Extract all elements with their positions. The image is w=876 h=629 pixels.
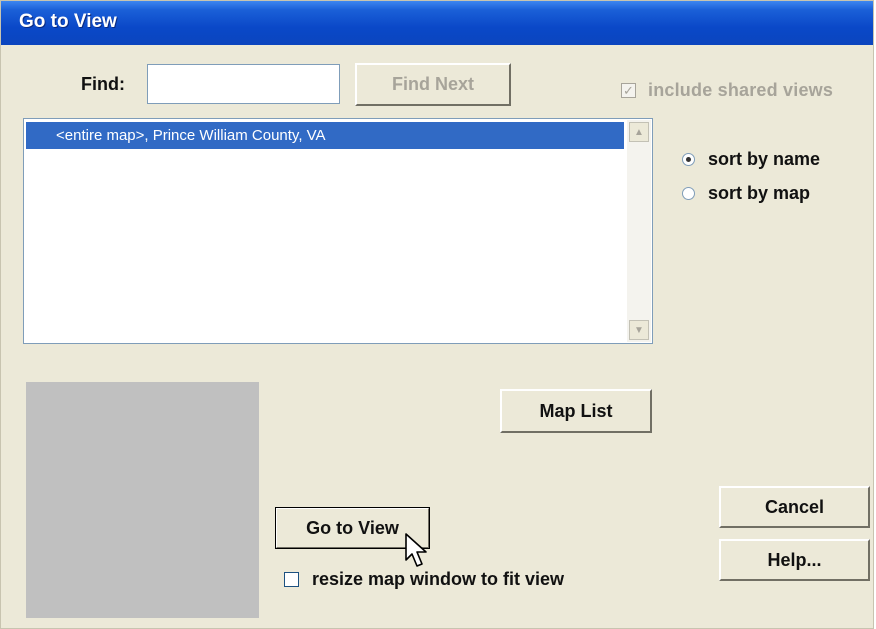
- include-shared-views-label: include shared views: [648, 80, 834, 100]
- list-item[interactable]: <entire map>, Prince William County, VA: [26, 122, 624, 149]
- list-item-label: <entire map>, Prince William County, VA: [56, 127, 326, 144]
- checkbox-unchecked-icon: [284, 572, 299, 587]
- find-label: Find:: [81, 74, 125, 94]
- find-next-button[interactable]: Find Next: [355, 63, 511, 106]
- cancel-button[interactable]: Cancel: [719, 486, 870, 528]
- cancel-label: Cancel: [764, 496, 825, 517]
- window-title: Go to View: [19, 11, 117, 32]
- views-listbox[interactable]: <entire map>, Prince William County, VA …: [23, 118, 653, 344]
- sort-by-map-label: sort by map: [708, 183, 811, 203]
- help-label: Help...: [767, 549, 822, 570]
- radio-selected-icon: [682, 153, 695, 166]
- go-to-view-dialog: Go to View Find: Find Next ✓ include sha…: [0, 0, 874, 629]
- help-button[interactable]: Help...: [719, 539, 870, 581]
- scroll-up-arrow-icon[interactable]: ▲: [629, 122, 649, 142]
- title-bar[interactable]: Go to View: [1, 1, 873, 45]
- go-to-view-label: Go to View: [306, 517, 399, 538]
- scroll-down-arrow-icon[interactable]: ▼: [629, 320, 649, 340]
- radio-unselected-icon: [682, 187, 695, 200]
- sort-by-name-label: sort by name: [708, 149, 821, 169]
- view-preview-area: [26, 382, 259, 618]
- checkbox-checked-icon: ✓: [621, 83, 636, 98]
- map-list-button[interactable]: Map List: [500, 389, 652, 433]
- sort-by-name-radio[interactable]: sort by name: [682, 149, 820, 170]
- resize-map-window-label: resize map window to fit view: [312, 569, 565, 589]
- include-shared-views-checkbox[interactable]: ✓ include shared views: [621, 80, 833, 101]
- sort-by-map-radio[interactable]: sort by map: [682, 183, 810, 204]
- resize-map-window-checkbox[interactable]: resize map window to fit view: [284, 569, 564, 590]
- find-next-label: Find Next: [391, 74, 474, 94]
- vertical-scrollbar[interactable]: ▲ ▼: [627, 120, 651, 342]
- mouse-pointer-icon: [405, 533, 427, 567]
- map-list-label: Map List: [539, 400, 613, 421]
- find-input[interactable]: [147, 64, 340, 104]
